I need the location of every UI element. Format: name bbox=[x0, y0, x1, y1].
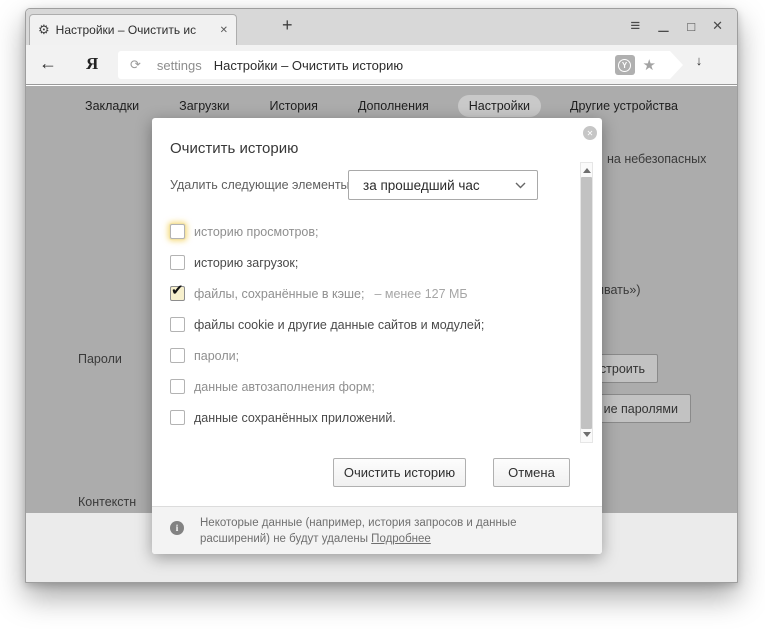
bg-passwords-label: Пароли bbox=[78, 352, 122, 366]
checkbox-label[interactable]: файлы cookie и другие данные сайтов и мо… bbox=[194, 318, 484, 332]
clear-item-row: файлы, сохранённые в кэше; – менее 127 М… bbox=[170, 278, 560, 309]
nav-item-link[interactable]: История bbox=[258, 95, 328, 117]
period-value: за прошедший час bbox=[363, 178, 515, 193]
checkbox-label[interactable]: данные автозаполнения форм; bbox=[194, 380, 375, 394]
clear-item-row: историю просмотров; bbox=[170, 216, 560, 247]
yandex-logo[interactable]: Я bbox=[86, 54, 98, 74]
checkbox[interactable] bbox=[170, 348, 185, 363]
clear-item-row: данные автозаполнения форм; bbox=[170, 371, 560, 402]
clear-item-row: историю загрузок; bbox=[170, 247, 560, 278]
scrollbar-thumb[interactable] bbox=[581, 177, 592, 429]
dialog-footer: i Некоторые данные (например, история за… bbox=[152, 506, 602, 554]
period-select[interactable]: за прошедший час bbox=[348, 170, 538, 200]
bg-context-label: Контекстн bbox=[78, 495, 136, 509]
bg-text-unsafe-sites: на небезопасных bbox=[607, 152, 706, 166]
clear-history-dialog: ✕ Очистить историю Удалить следующие эле… bbox=[152, 118, 602, 554]
window-controls: ≡ — □ ✕ bbox=[630, 17, 723, 35]
clear-items-list: историю просмотров; историю загрузок; фа… bbox=[170, 216, 560, 433]
bookmark-star-icon[interactable]: ★ bbox=[643, 56, 656, 74]
window-menu-button[interactable]: ≡ bbox=[630, 17, 640, 35]
new-tab-button[interactable]: + bbox=[276, 15, 299, 36]
checkbox[interactable] bbox=[170, 317, 185, 332]
refresh-icon[interactable]: ⟳ bbox=[130, 57, 141, 73]
checkbox-label[interactable]: данные сохранённых приложений. bbox=[194, 411, 396, 425]
clear-history-button[interactable]: Очистить историю bbox=[333, 458, 466, 487]
scroll-down-icon[interactable] bbox=[583, 432, 591, 437]
window-maximize-button[interactable]: □ bbox=[687, 19, 695, 34]
settings-gear-icon: ⚙ bbox=[38, 22, 50, 38]
clear-item-row: файлы cookie и другие данные сайтов и мо… bbox=[170, 309, 560, 340]
info-icon: i bbox=[170, 521, 184, 535]
checkbox-label[interactable]: историю просмотров; bbox=[194, 225, 319, 239]
more-details-link[interactable]: Подробнее bbox=[371, 533, 431, 545]
checkbox-label[interactable]: пароли; bbox=[194, 349, 239, 363]
checkbox-label[interactable]: файлы, сохранённые в кэше; bbox=[194, 287, 364, 301]
scroll-up-icon[interactable] bbox=[583, 168, 591, 173]
checkbox[interactable] bbox=[170, 224, 185, 239]
nav-item-link[interactable]: Дополнения bbox=[347, 95, 440, 117]
dialog-title: Очистить историю bbox=[170, 140, 298, 157]
window-close-button[interactable]: ✕ bbox=[712, 18, 723, 34]
nav-item-link[interactable]: Другие устройства bbox=[559, 95, 689, 117]
dialog-scrollbar[interactable] bbox=[580, 162, 593, 443]
address-bar: ← Я ⟳ settings Настройки – Очистить исто… bbox=[26, 45, 737, 85]
checkbox[interactable] bbox=[170, 255, 185, 270]
period-label: Удалить следующие элементы: bbox=[170, 178, 353, 192]
nav-item-active[interactable]: Настройки bbox=[458, 95, 541, 117]
clear-item-row: данные сохранённых приложений. bbox=[170, 402, 560, 433]
chevron-down-icon bbox=[515, 182, 526, 189]
downloads-icon[interactable]: ↓ bbox=[692, 54, 706, 67]
active-tab[interactable]: ⚙ Настройки – Очистить ис ✕ bbox=[29, 14, 237, 45]
tab-close-icon[interactable]: ✕ bbox=[220, 25, 228, 36]
url-field-arrow bbox=[670, 51, 683, 79]
checkbox[interactable] bbox=[170, 286, 185, 301]
checkbox[interactable] bbox=[170, 379, 185, 394]
clear-item-row: пароли; bbox=[170, 340, 560, 371]
checkbox[interactable] bbox=[170, 410, 185, 425]
tab-title: Настройки – Очистить ис bbox=[56, 23, 214, 37]
browser-window: ⚙ Настройки – Очистить ис ✕ + ≡ — □ ✕ ← Я ⟳… bbox=[25, 8, 738, 583]
protect-icon[interactable]: Y bbox=[615, 55, 635, 75]
checkbox-suffix: – менее 127 МБ bbox=[374, 287, 467, 301]
bg-text-fragment: ивать») bbox=[597, 283, 641, 297]
back-icon[interactable]: ← bbox=[39, 53, 57, 74]
url-prefix: settings bbox=[157, 58, 202, 73]
tab-bar: ⚙ Настройки – Очистить ис ✕ + ≡ — □ ✕ bbox=[26, 9, 737, 45]
settings-nav: Закладки Загрузки История Дополнения Настрой… bbox=[26, 95, 737, 117]
nav-item-link[interactable]: Загрузки bbox=[168, 95, 240, 117]
dialog-close-icon[interactable]: ✕ bbox=[583, 126, 597, 140]
window-minimize-button[interactable]: — bbox=[659, 23, 669, 38]
cancel-button[interactable]: Отмена bbox=[493, 458, 570, 487]
nav-item-link[interactable]: Закладки bbox=[74, 95, 150, 117]
url-title: Настройки – Очистить историю bbox=[214, 58, 403, 73]
footer-note: Некоторые данные (например, история запр… bbox=[200, 515, 516, 547]
url-field[interactable]: ⟳ settings Настройки – Очистить историю … bbox=[118, 51, 670, 79]
checkbox-label[interactable]: историю загрузок; bbox=[194, 256, 298, 270]
